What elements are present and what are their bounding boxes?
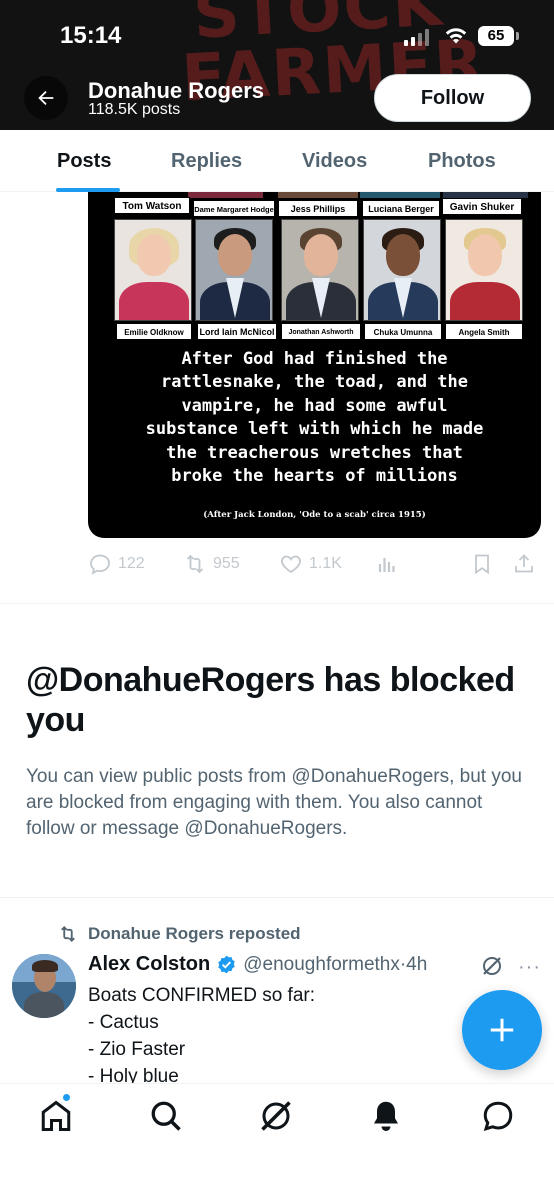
profile-tabs: Posts Replies Videos Photos [0, 130, 554, 192]
name-label: Jonathan Ashworth [281, 323, 361, 340]
repost-context-label: Donahue Rogers reposted [88, 924, 301, 943]
follow-button[interactable]: Follow [374, 74, 531, 122]
arrow-left-icon [38, 90, 54, 106]
unread-indicator [62, 1093, 71, 1102]
repost-count: 955 [213, 555, 240, 572]
reply-count: 122 [118, 555, 145, 572]
name-label: Jess Phillips [278, 200, 358, 217]
bottom-navigation [0, 1083, 554, 1199]
name-label: Gavin Shuker [442, 198, 522, 215]
status-bar: 15:14 65 [0, 0, 554, 70]
profile-post-count: 118.5K posts [88, 101, 181, 118]
wifi-icon [445, 28, 467, 44]
like-button[interactable]: 1.1K [279, 552, 342, 576]
tab-photos[interactable]: Photos [428, 150, 496, 173]
home-icon[interactable] [38, 1098, 74, 1134]
grok-icon[interactable] [480, 954, 504, 978]
portrait-photo [363, 219, 441, 321]
reply-icon [90, 554, 110, 575]
share-button[interactable] [512, 552, 536, 576]
tweet-media-image[interactable]: Tom Watson Dame Margaret Hodge Jess Phil… [88, 192, 541, 538]
tweet-timestamp: ·4h [399, 953, 428, 975]
name-label: Lord Iain McNicol [197, 323, 277, 340]
tab-videos[interactable]: Videos [302, 150, 367, 173]
tab-replies[interactable]: Replies [171, 150, 242, 173]
verified-badge-icon [218, 955, 235, 974]
tweet-text: Boats CONFIRMED so far: - Cactus - Zio F… [88, 985, 315, 1083]
tweet-action-bar: 122 955 1.1K [88, 550, 541, 580]
cellular-signal-icon [404, 28, 429, 46]
analytics-icon [378, 558, 395, 572]
avatar[interactable] [12, 954, 76, 1018]
name-label: Tom Watson [114, 197, 190, 214]
grok-icon[interactable] [258, 1098, 294, 1134]
more-options-icon[interactable]: ··· [518, 956, 541, 979]
status-time: 15:14 [60, 22, 122, 49]
notifications-icon[interactable] [368, 1098, 404, 1134]
name-label: Chuka Umunna [364, 323, 442, 340]
bookmark-button[interactable] [470, 552, 494, 576]
portrait-photo [114, 219, 192, 321]
image-quote-text: After God had finished the rattlesnake, … [145, 349, 484, 487]
like-count: 1.1K [309, 555, 342, 572]
share-icon [515, 554, 533, 573]
divider [0, 603, 554, 604]
image-quote-attribution: (After Jack London, 'Ode to a scab' circ… [203, 510, 426, 520]
name-label: Angela Smith [445, 323, 523, 340]
portrait-photo [281, 219, 359, 321]
heart-icon [281, 555, 301, 574]
name-label: Luciana Berger [362, 200, 440, 217]
name-label: Emilie Oldknow [116, 323, 192, 340]
author-handle[interactable]: @enoughformethx [243, 954, 400, 976]
repost-context[interactable]: Donahue Rogers reposted [58, 924, 301, 944]
blocked-description: You can view public posts from @DonahueR… [26, 766, 522, 839]
author-name[interactable]: Alex Colston [88, 953, 210, 976]
tab-posts[interactable]: Posts [57, 150, 111, 173]
profile-banner: STOCK FARMER 15:14 65 Donahue Rogers 118… [0, 0, 554, 130]
reply-button[interactable]: 122 [88, 552, 145, 576]
name-label: Dame Margaret Hodge [193, 200, 275, 217]
plus-icon [490, 1018, 514, 1042]
repost-button[interactable]: 955 [183, 552, 240, 576]
divider [0, 897, 554, 898]
portrait-photo [445, 219, 523, 321]
bookmark-icon [475, 554, 489, 575]
search-icon[interactable] [148, 1098, 184, 1134]
views-button[interactable] [375, 552, 399, 576]
blocked-title: @DonahueRogers has blocked you [26, 661, 515, 739]
messages-icon[interactable] [480, 1098, 516, 1134]
back-button[interactable] [24, 76, 68, 120]
repost-icon [186, 554, 204, 574]
repost-icon [61, 926, 75, 942]
portrait-photo [195, 219, 273, 321]
battery-indicator: 65 [478, 26, 519, 46]
compose-post-button[interactable] [462, 990, 542, 1070]
tweet-header: Alex Colston @enoughformethx ·4h [88, 953, 427, 976]
